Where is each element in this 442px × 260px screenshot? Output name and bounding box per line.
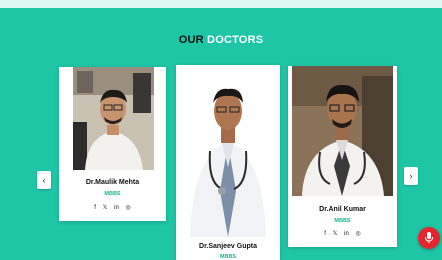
twitter-icon[interactable]: 𝕏 — [103, 204, 108, 211]
microphone-icon — [425, 232, 433, 244]
carousel-prev-button[interactable]: ‹ — [37, 171, 51, 189]
section-title: OUR DOCTORS — [0, 34, 442, 46]
linkedin-icon[interactable]: in — [114, 205, 119, 211]
social-links: f 𝕏 in ◎ — [59, 204, 166, 211]
doctor-degree: MBBS — [219, 254, 237, 260]
doctor-card-sanjeev[interactable]: Dr.Sanjeev Gupta MBBS — [176, 65, 280, 260]
voice-search-button[interactable] — [418, 227, 440, 249]
doctor-name: Dr.Anil Kumar — [319, 206, 366, 213]
facebook-icon[interactable]: f — [324, 231, 326, 237]
chevron-left-icon: ‹ — [42, 175, 46, 185]
twitter-icon[interactable]: 𝕏 — [333, 230, 338, 237]
chevron-right-icon: › — [409, 171, 413, 181]
doctor-name: Dr.Maulik Mehta — [85, 179, 140, 186]
social-links: f 𝕏 in ◎ — [288, 230, 397, 237]
header-strip — [0, 0, 442, 8]
doctor-photo-maulik — [73, 67, 154, 170]
doctor-photo-anil — [292, 66, 393, 196]
carousel-next-button[interactable]: › — [404, 167, 418, 185]
instagram-icon[interactable]: ◎ — [125, 204, 130, 211]
doctor-card-anil[interactable]: Dr.Anil Kumar MBBS f 𝕏 in ◎ — [288, 66, 397, 247]
title-part-our: OUR — [178, 34, 204, 46]
linkedin-icon[interactable]: in — [344, 231, 349, 237]
title-part-doctors: DOCTORS — [207, 34, 264, 46]
doctor-degree: MBBS — [104, 191, 121, 197]
doctor-photo-sanjeev — [182, 71, 274, 237]
instagram-icon[interactable]: ◎ — [355, 230, 360, 237]
doctor-card-maulik[interactable]: Dr.Maulik Mehta MBBS f 𝕏 in ◎ — [59, 67, 166, 221]
facebook-icon[interactable]: f — [94, 205, 96, 211]
doctor-degree: MBBS — [334, 218, 351, 224]
doctor-name: Dr.Sanjeev Gupta — [199, 243, 257, 250]
